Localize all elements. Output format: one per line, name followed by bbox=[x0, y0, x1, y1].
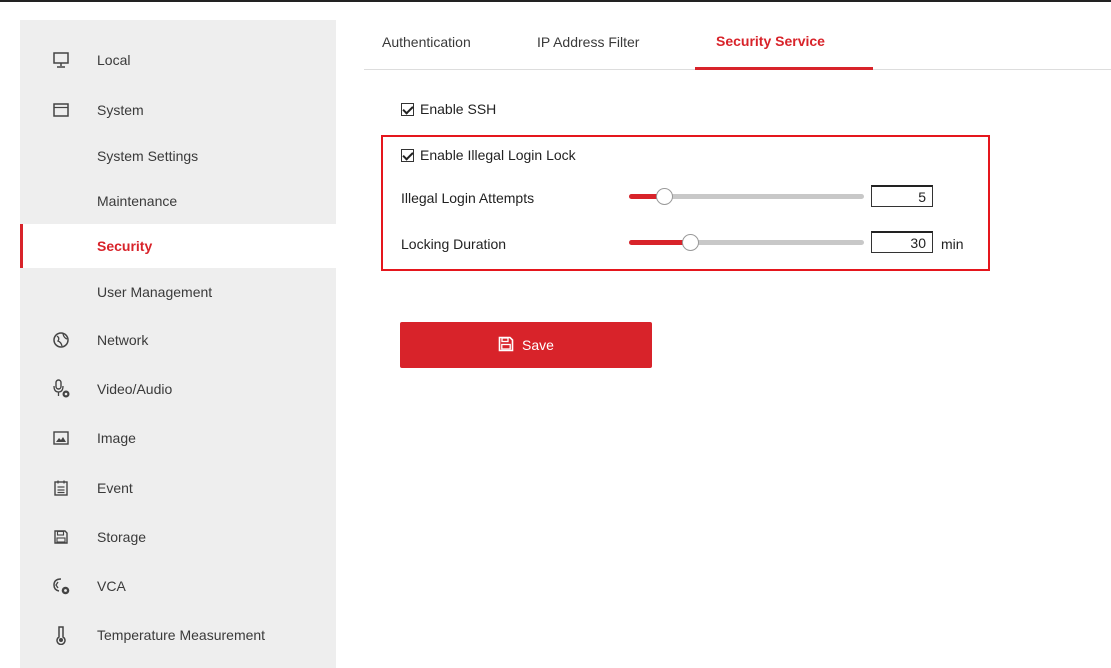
tab-authentication[interactable]: Authentication bbox=[382, 34, 471, 50]
sidebar-item-label: Security bbox=[97, 238, 153, 254]
sidebar-item-label: Image bbox=[97, 430, 136, 446]
sidebar-item-network[interactable]: Network bbox=[20, 318, 336, 362]
enable-ssh-label: Enable SSH bbox=[420, 101, 497, 117]
sidebar-item-label: Network bbox=[97, 332, 149, 348]
sidebar-item-image[interactable]: Image bbox=[20, 416, 336, 460]
vca-icon bbox=[51, 576, 71, 596]
locking-duration-slider[interactable] bbox=[629, 233, 864, 253]
tab-bar: Authentication IP Address Filter Securit… bbox=[364, 20, 1111, 70]
tab-security-service[interactable]: Security Service bbox=[716, 33, 825, 49]
floppy-disk-icon bbox=[498, 336, 514, 355]
sidebar-item-label: Storage bbox=[97, 529, 147, 545]
image-icon bbox=[51, 428, 71, 448]
sidebar-item-label: Local bbox=[97, 52, 131, 68]
sidebar-item-label: User Management bbox=[97, 284, 213, 300]
sidebar: Local System System Settings Maintenance… bbox=[20, 20, 336, 668]
sidebar-item-maintenance[interactable]: Maintenance bbox=[20, 179, 336, 223]
sidebar-item-label: Event bbox=[97, 480, 133, 496]
sidebar-item-video-audio[interactable]: Video/Audio bbox=[20, 367, 336, 411]
sidebar-item-label: System bbox=[97, 102, 144, 118]
sidebar-item-security[interactable]: Security bbox=[20, 224, 336, 268]
sidebar-item-label: Maintenance bbox=[97, 193, 178, 209]
illegal-login-attempts-input[interactable] bbox=[871, 185, 933, 207]
calendar-icon bbox=[51, 478, 71, 498]
locking-duration-input[interactable] bbox=[871, 231, 933, 253]
slider-fill bbox=[629, 240, 690, 245]
sidebar-item-vca[interactable]: VCA bbox=[20, 564, 336, 608]
sidebar-item-user-management[interactable]: User Management bbox=[20, 270, 336, 314]
active-tab-underline bbox=[695, 67, 873, 70]
sidebar-item-system-settings[interactable]: System Settings bbox=[20, 134, 336, 178]
sidebar-item-label: Video/Audio bbox=[97, 381, 173, 397]
window-icon bbox=[51, 100, 71, 120]
enable-illegal-login-lock-checkbox[interactable]: Enable Illegal Login Lock bbox=[401, 147, 576, 163]
top-rule bbox=[0, 0, 1111, 2]
checkbox-checked[interactable] bbox=[401, 148, 414, 162]
sidebar-item-local[interactable]: Local bbox=[20, 38, 336, 82]
floppy-disk-icon bbox=[51, 527, 71, 547]
checkbox-checked[interactable] bbox=[401, 102, 414, 116]
enable-ssh-checkbox[interactable]: Enable SSH bbox=[401, 101, 496, 117]
locking-duration-unit: min bbox=[941, 236, 964, 252]
sidebar-item-storage[interactable]: Storage bbox=[20, 515, 336, 559]
slider-handle[interactable] bbox=[682, 234, 699, 251]
globe-icon bbox=[51, 330, 71, 350]
thermometer-icon bbox=[51, 625, 71, 645]
save-button[interactable]: Save bbox=[400, 322, 652, 368]
slider-handle[interactable] bbox=[656, 188, 673, 205]
microphone-icon bbox=[51, 379, 71, 399]
save-button-label: Save bbox=[522, 337, 554, 353]
sidebar-item-label: Temperature Measurement bbox=[97, 627, 266, 643]
illegal-login-attempts-label: Illegal Login Attempts bbox=[401, 190, 535, 206]
monitor-icon bbox=[51, 50, 71, 70]
enable-illegal-login-lock-label: Enable Illegal Login Lock bbox=[420, 147, 576, 163]
active-indicator bbox=[20, 224, 23, 268]
sidebar-item-event[interactable]: Event bbox=[20, 466, 336, 510]
sidebar-item-temperature-measurement[interactable]: Temperature Measurement bbox=[20, 613, 336, 657]
sidebar-item-label: System Settings bbox=[97, 148, 199, 164]
tab-ip-address-filter[interactable]: IP Address Filter bbox=[537, 34, 639, 50]
locking-duration-label: Locking Duration bbox=[401, 236, 507, 252]
sidebar-item-system[interactable]: System bbox=[20, 88, 336, 132]
sidebar-item-label: VCA bbox=[97, 578, 126, 594]
illegal-login-attempts-slider[interactable] bbox=[629, 187, 864, 207]
